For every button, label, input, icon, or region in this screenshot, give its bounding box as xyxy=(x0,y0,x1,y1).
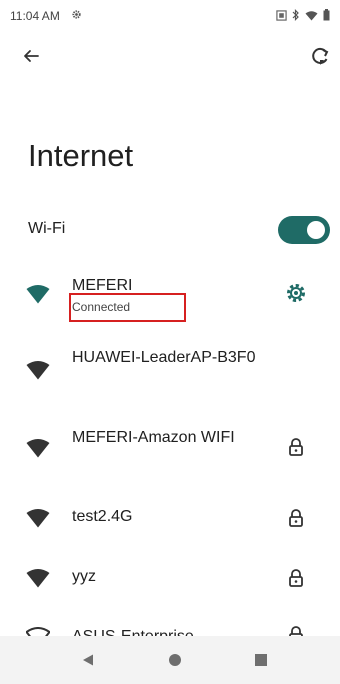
nav-home-icon[interactable] xyxy=(169,654,181,666)
svg-text:4: 4 xyxy=(43,372,47,379)
network-reset-button[interactable] xyxy=(306,42,334,70)
network-name: MEFERI-Amazon WIFI xyxy=(72,429,235,446)
network-item[interactable]: 4 test2.4G xyxy=(0,500,340,540)
lock-icon xyxy=(289,626,303,636)
wifi-toggle-row[interactable]: Wi-Fi xyxy=(0,210,340,250)
network-name: yyz xyxy=(72,568,96,585)
wifi-icon xyxy=(305,8,318,26)
network-item[interactable]: 4 HUAWEI-LeaderAP-B3F0 xyxy=(0,338,340,408)
network-name: ASUS-Enterprise xyxy=(72,626,262,636)
wifi-label: Wi-Fi xyxy=(28,220,66,237)
wifi-toggle[interactable] xyxy=(278,216,330,244)
status-bar: 11:04 AM xyxy=(0,0,340,30)
connected-highlight-box xyxy=(69,293,186,322)
svg-text:4: 4 xyxy=(43,450,47,457)
navigation-bar xyxy=(0,636,340,684)
wifi-signal-icon: 4 xyxy=(26,361,50,380)
wifi-signal-icon: 4 xyxy=(26,569,50,588)
network-item[interactable]: 4 MEFERI-Amazon WIFI xyxy=(0,420,340,490)
wifi-signal-icon: 4 xyxy=(26,285,50,304)
battery-icon xyxy=(323,8,330,26)
lock-icon xyxy=(289,509,303,527)
network-item[interactable]: ASUS-Enterprise xyxy=(0,620,340,636)
lock-icon xyxy=(289,438,303,456)
wifi-signal-icon: 4 xyxy=(26,439,50,458)
back-button[interactable] xyxy=(18,42,46,70)
nav-back-icon[interactable] xyxy=(82,654,94,666)
svg-text:4: 4 xyxy=(43,520,47,527)
toolbar xyxy=(0,36,340,76)
wifi-signal-icon xyxy=(26,627,50,636)
gear-icon xyxy=(71,9,82,23)
screenshot-icon xyxy=(276,8,287,26)
bluetooth-icon xyxy=(292,8,300,26)
status-icons xyxy=(276,8,330,26)
network-name: test2.4G xyxy=(72,508,133,525)
svg-text:4: 4 xyxy=(43,296,47,303)
nav-recents-icon[interactable] xyxy=(255,654,267,666)
gear-icon[interactable] xyxy=(285,282,307,304)
network-name: HUAWEI-LeaderAP-B3F0 xyxy=(72,349,256,366)
lock-icon xyxy=(289,569,303,587)
arrow-left-icon xyxy=(24,50,39,62)
network-item[interactable]: 4 yyz xyxy=(0,560,340,600)
toggle-knob xyxy=(307,221,325,239)
status-time: 11:04 AM xyxy=(10,9,60,23)
wifi-signal-icon: 4 xyxy=(26,509,50,528)
page-title: Internet xyxy=(28,138,134,173)
svg-text:4: 4 xyxy=(43,580,47,587)
network-reset-icon xyxy=(312,47,329,65)
